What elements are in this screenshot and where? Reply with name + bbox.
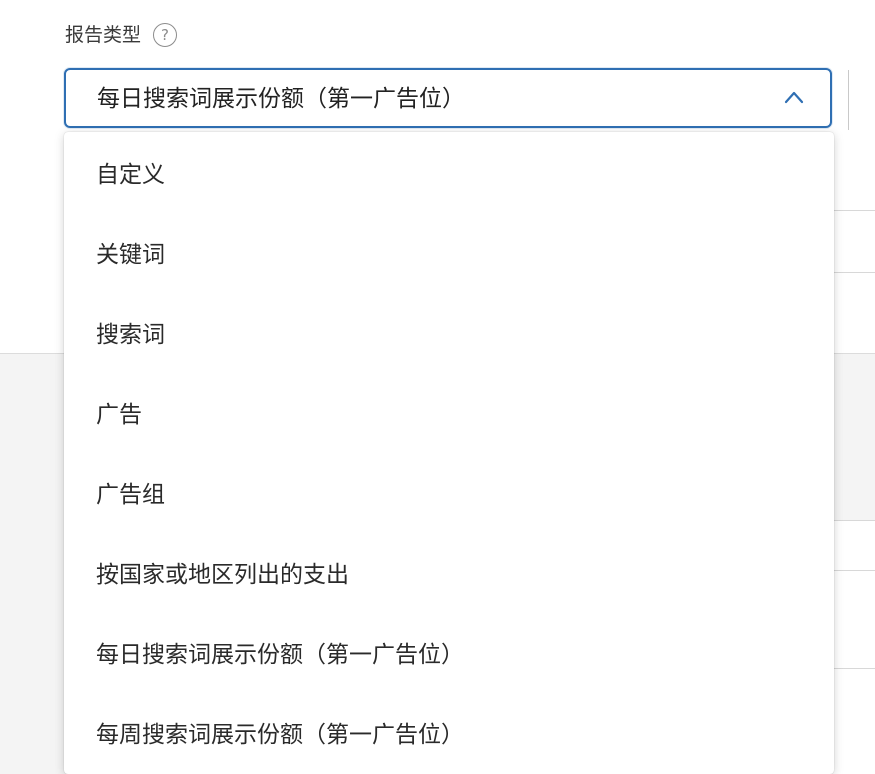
- chevron-up-icon[interactable]: [784, 90, 804, 104]
- menu-item-custom[interactable]: 自定义: [64, 132, 834, 212]
- report-type-selected-value: 每日搜索词展示份额（第一广告位）: [97, 86, 465, 112]
- menu-item-label: 按国家或地区列出的支出: [96, 562, 349, 588]
- menu-item-label: 广告组: [96, 482, 165, 508]
- background-adjacent-field: [848, 70, 875, 130]
- report-settings-page: 报告类型 ? 每日搜索词展示份额（第一广告位） 自定义 关键词 搜索词 广告 广…: [0, 0, 875, 774]
- menu-item-weekly-search-impression-share[interactable]: 每周搜索词展示份额（第一广告位）: [64, 692, 834, 772]
- background-row-divider: [834, 210, 875, 211]
- background-row-divider: [834, 668, 875, 669]
- report-type-label: 报告类型 ?: [65, 21, 178, 49]
- report-type-select[interactable]: 每日搜索词展示份额（第一广告位）: [64, 68, 832, 128]
- menu-item-label: 关键词: [96, 242, 165, 268]
- menu-item-label: 每周搜索词展示份额（第一广告位）: [96, 722, 464, 748]
- menu-item-keywords[interactable]: 关键词: [64, 212, 834, 292]
- report-type-label-text: 报告类型: [65, 24, 142, 46]
- help-icon[interactable]: ?: [153, 23, 178, 47]
- menu-item-label: 广告: [96, 402, 142, 428]
- menu-item-label: 搜索词: [96, 322, 165, 348]
- background-row-divider: [834, 272, 875, 273]
- menu-item-label: 每日搜索词展示份额（第一广告位）: [96, 642, 464, 668]
- menu-item-label: 自定义: [96, 162, 165, 188]
- report-type-menu: 自定义 关键词 搜索词 广告 广告组 按国家或地区列出的支出 每日搜索词展示份额…: [64, 132, 834, 774]
- menu-item-search-terms[interactable]: 搜索词: [64, 292, 834, 372]
- menu-item-daily-search-impression-share[interactable]: 每日搜索词展示份额（第一广告位）: [64, 612, 834, 692]
- menu-item-spend-by-country[interactable]: 按国家或地区列出的支出: [64, 532, 834, 612]
- menu-item-ad-groups[interactable]: 广告组: [64, 452, 834, 532]
- menu-item-ads[interactable]: 广告: [64, 372, 834, 452]
- background-row-divider: [834, 570, 875, 571]
